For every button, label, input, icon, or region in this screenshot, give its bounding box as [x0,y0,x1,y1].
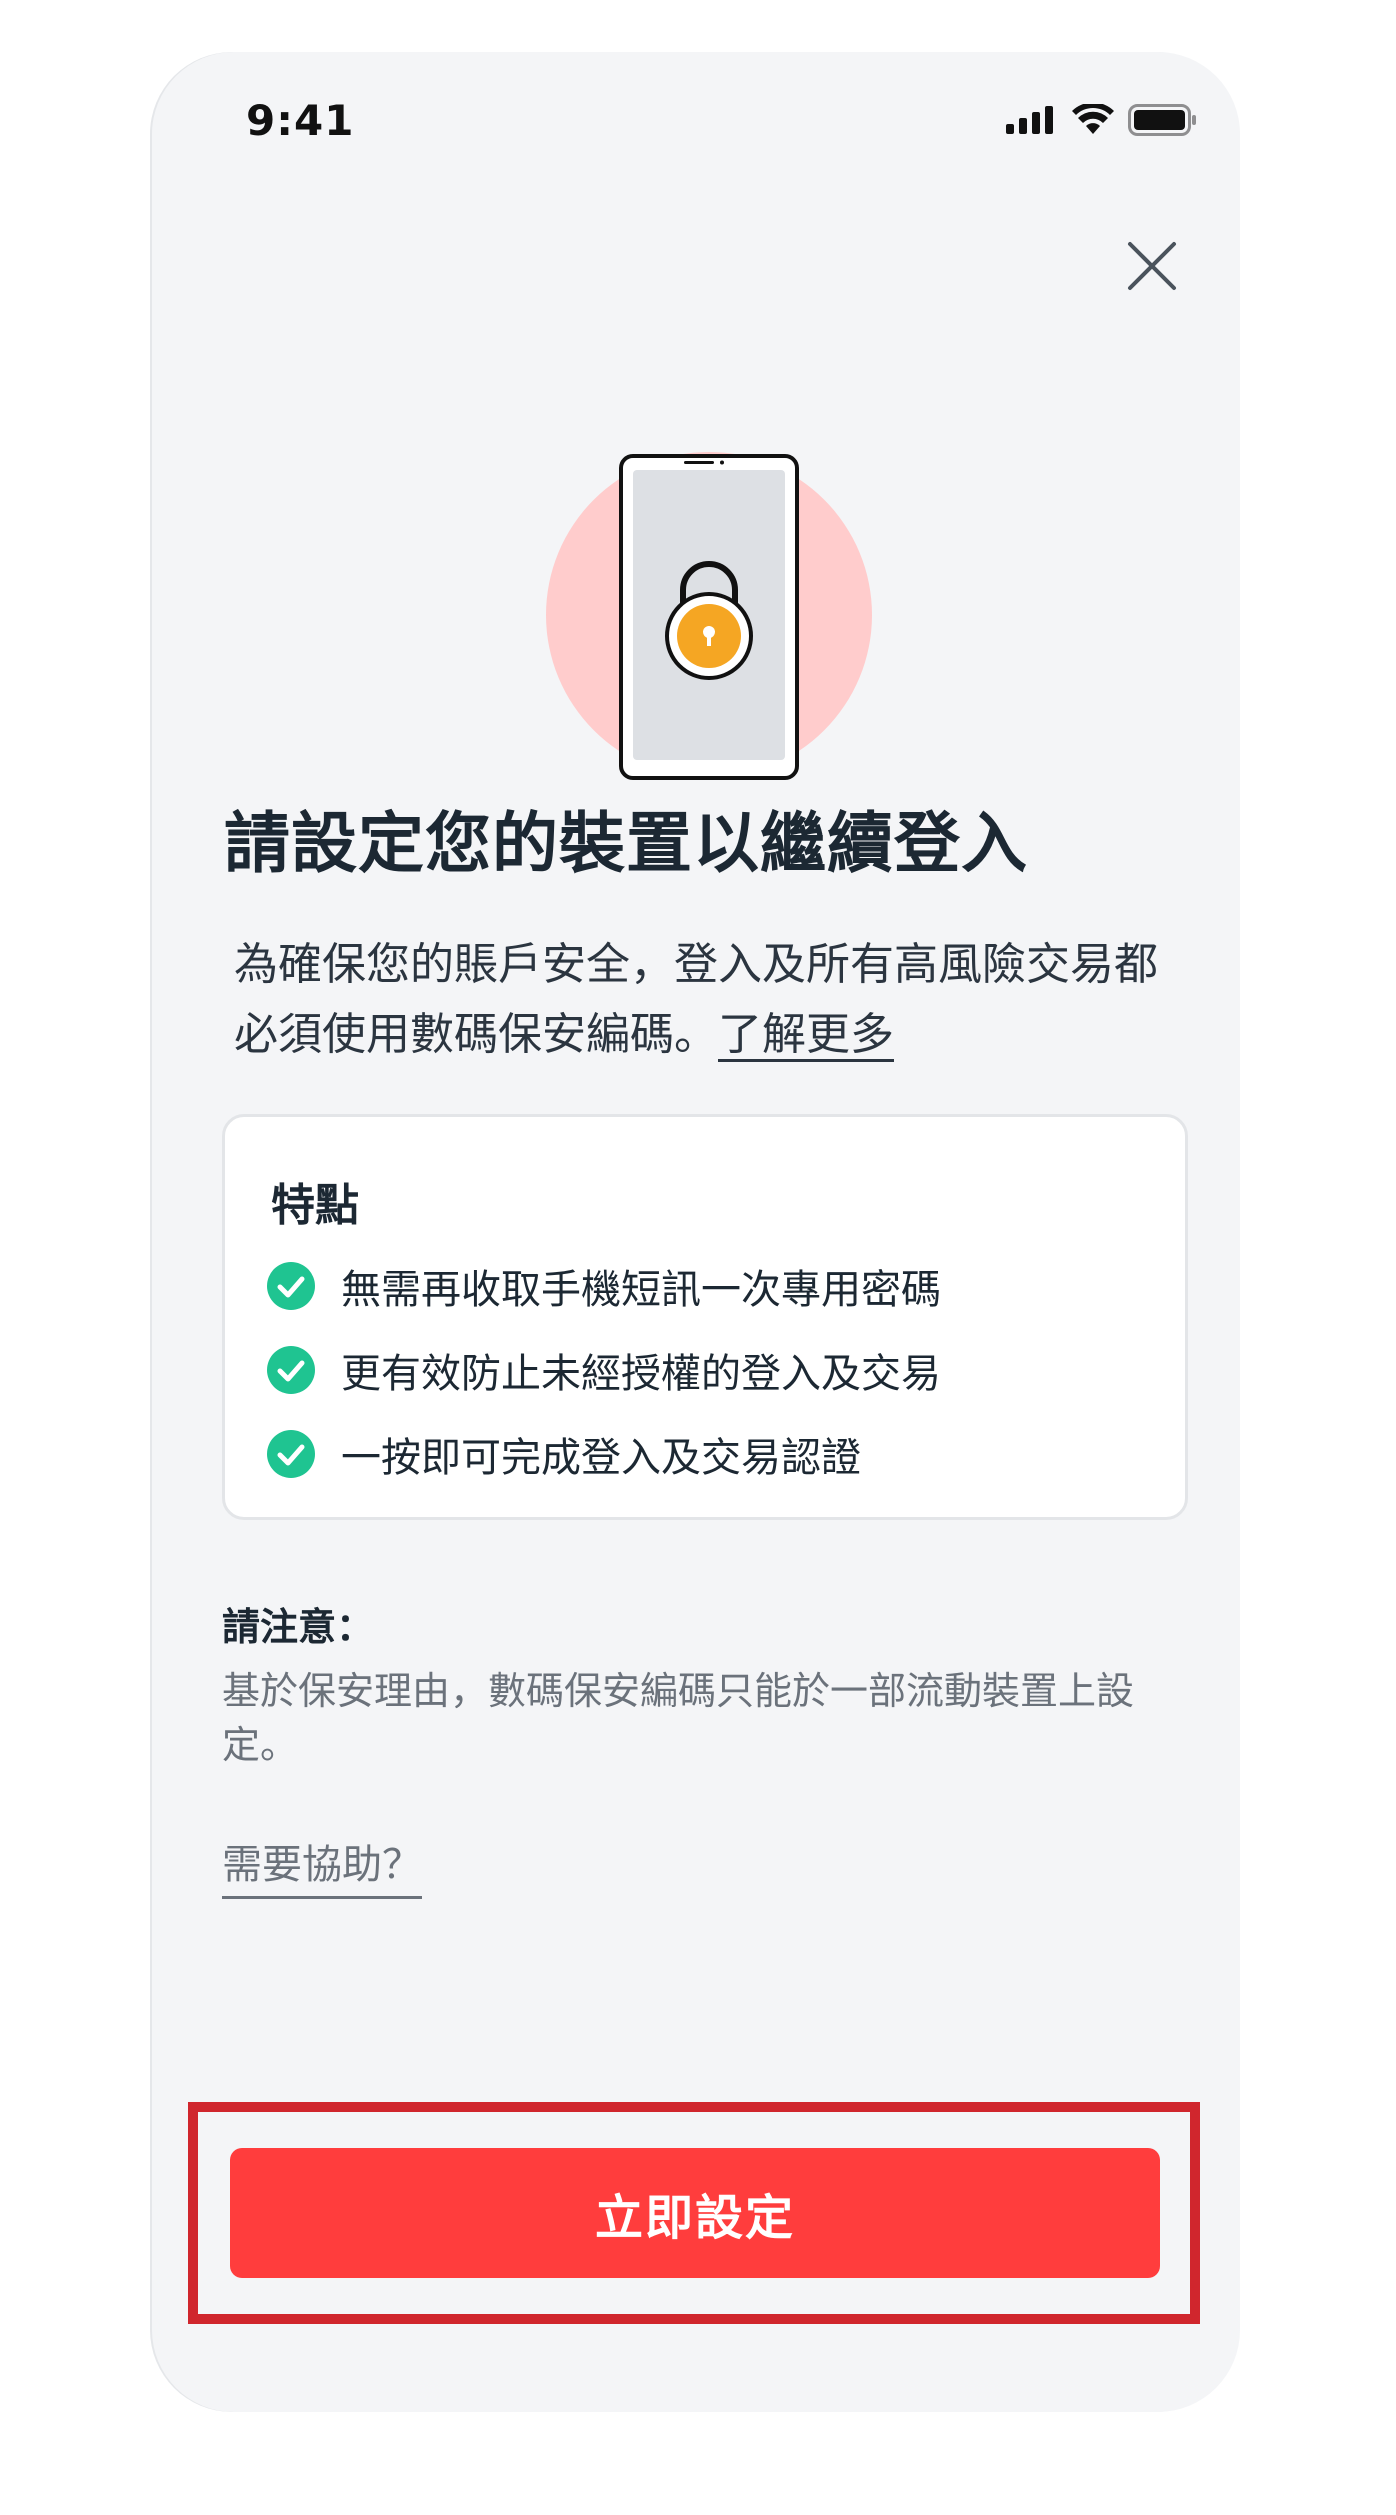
description: 為確保您的賬戶安全，登入及所有高風險交易都必須使用數碼保安編碼。了解更多 [234,930,1174,1070]
status-time: 9:41 [246,96,355,145]
check-circle-icon [267,1346,315,1394]
close-icon[interactable] [1124,238,1180,294]
help-link[interactable]: 需要協助？ [222,1832,422,1899]
notice-body: 基於保安理由，數碼保安編碼只能於一部流動裝置上設定。 [222,1669,1135,1767]
phone-screen: 9:41 請設定您的裝置以繼續登入 為確保您的賬戶安全，登入及所有高風險交易都必… [152,52,1240,2412]
page-title: 請設定您的裝置以繼續登入 [224,805,1028,882]
feature-text: 更有效防止未經授權的登入及交易 [341,1351,941,1397]
features-card: 特點 無需再收取手機短訊一次專用密碼 更有效防止未經授權的登入及交易 一按即可完… [222,1114,1188,1520]
features-title: 特點 [271,1180,359,1231]
check-circle-icon [267,1430,315,1478]
feature-item: 無需再收取手機短訊一次專用密碼 [267,1257,941,1315]
feature-text: 一按即可完成登入及交易認證 [341,1435,861,1481]
feature-text: 無需再收取手機短訊一次專用密碼 [341,1267,941,1313]
hero-illustration [546,452,872,780]
feature-item: 一按即可完成登入及交易認證 [267,1425,861,1483]
description-text: 為確保您的賬戶安全，登入及所有高風險交易都必須使用數碼保安編碼。 [234,939,1158,1060]
battery-icon [1128,104,1196,136]
status-icons [1006,104,1198,136]
notice-title: 請注意： [222,1605,375,1649]
cellular-signal-icon [1006,106,1053,134]
feature-item: 更有效防止未經授權的登入及交易 [267,1341,941,1399]
check-circle-icon [267,1262,315,1310]
wifi-icon [1072,104,1114,134]
learn-more-link[interactable]: 了解更多 [718,1009,894,1060]
setup-now-button[interactable]: 立即設定 [230,2148,1160,2278]
